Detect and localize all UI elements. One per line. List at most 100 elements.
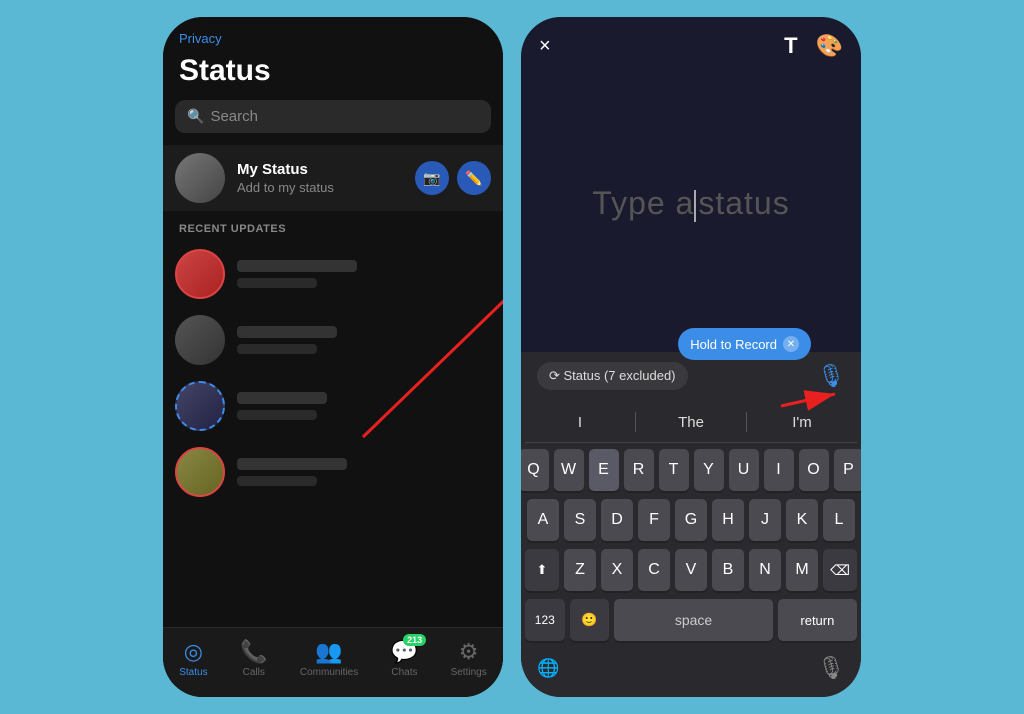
key-h[interactable]: H <box>712 499 744 541</box>
nav-label-status: Status <box>179 667 207 678</box>
key-f[interactable]: F <box>638 499 670 541</box>
phone-left: Privacy Status 🔍 Search My Status Add to… <box>163 17 503 697</box>
update-info <box>237 458 491 486</box>
nav-chats[interactable]: 💬 213 Chats <box>391 639 418 678</box>
phone-right: × T 🎨 Type astatus Hold to Record ✕ <box>521 17 861 697</box>
globe-icon[interactable]: 🌐 <box>537 658 559 679</box>
update-info <box>237 326 491 354</box>
nav-calls[interactable]: 📞 Calls <box>240 639 267 678</box>
right-top-bar: × T 🎨 <box>521 17 861 71</box>
update-name <box>237 326 337 338</box>
suggestion-i[interactable]: I <box>525 414 635 431</box>
word-suggestions: I The I'm <box>525 406 857 443</box>
key-c[interactable]: C <box>638 549 670 591</box>
list-item[interactable] <box>163 439 503 505</box>
key-m[interactable]: M <box>786 549 818 591</box>
search-bar[interactable]: 🔍 Search <box>175 100 491 133</box>
key-d[interactable]: D <box>601 499 633 541</box>
nav-settings[interactable]: ⚙ Settings <box>451 639 487 678</box>
update-info <box>237 392 491 420</box>
status-actions: 📷 ✏️ <box>415 161 491 195</box>
recent-updates-label: RECENT UPDATES <box>163 211 503 241</box>
mic-blue-icon[interactable]: 🎙 <box>817 363 845 389</box>
key-g[interactable]: G <box>675 499 707 541</box>
delete-key[interactable]: ⌫ <box>823 549 857 591</box>
type-status-area[interactable]: Type astatus <box>521 71 861 336</box>
my-status-name: My Status <box>237 161 403 178</box>
badge-container: 💬 213 <box>391 639 418 665</box>
update-time <box>237 476 317 486</box>
palette-button[interactable]: 🎨 <box>816 33 843 59</box>
keyboard-row-4: 123 🙂 space return <box>525 599 857 641</box>
key-j[interactable]: J <box>749 499 781 541</box>
avatar <box>175 153 225 203</box>
nav-status[interactable]: ◎ Status <box>179 639 207 678</box>
key-n[interactable]: N <box>749 549 781 591</box>
camera-button[interactable]: 📷 <box>415 161 449 195</box>
type-status-placeholder: Type astatus <box>592 185 789 222</box>
nav-label-calls: Calls <box>243 667 265 678</box>
status-title: Status <box>163 50 503 100</box>
avatar <box>175 315 225 365</box>
suggestion-im[interactable]: I'm <box>747 414 857 431</box>
nav-label-settings: Settings <box>451 667 487 678</box>
update-time <box>237 278 317 288</box>
list-item[interactable] <box>163 373 503 439</box>
key-t[interactable]: T <box>659 449 689 491</box>
key-o[interactable]: O <box>799 449 829 491</box>
communities-icon: 👥 <box>315 639 342 665</box>
key-q[interactable]: Q <box>521 449 549 491</box>
mic-bottom-icon[interactable]: 🎙 <box>817 655 845 681</box>
my-status-row[interactable]: My Status Add to my status 📷 ✏️ <box>163 145 503 211</box>
avatar <box>175 249 225 299</box>
bottom-keyboard-bar: 🌐 🎙 <box>525 649 857 687</box>
status-excluded[interactable]: ⟳ Status (7 excluded) <box>537 362 688 390</box>
key-r[interactable]: R <box>624 449 654 491</box>
suggestion-the[interactable]: The <box>636 414 746 431</box>
emoji-key[interactable]: 🙂 <box>570 599 610 641</box>
left-screen: Privacy Status 🔍 Search My Status Add to… <box>163 17 503 697</box>
close-button[interactable]: × <box>539 35 551 58</box>
nav-communities[interactable]: 👥 Communities <box>300 639 358 678</box>
key-a[interactable]: A <box>527 499 559 541</box>
status-icon: ◎ <box>184 639 203 665</box>
key-l[interactable]: L <box>823 499 855 541</box>
space-key[interactable]: space <box>614 599 773 641</box>
nav-label-chats: Chats <box>391 667 417 678</box>
update-name <box>237 392 327 404</box>
key-v[interactable]: V <box>675 549 707 591</box>
key-y[interactable]: Y <box>694 449 724 491</box>
update-time <box>237 344 317 354</box>
list-item[interactable] <box>163 307 503 373</box>
key-b[interactable]: B <box>712 549 744 591</box>
update-name <box>237 458 347 470</box>
chats-badge: 213 <box>403 634 426 646</box>
key-p[interactable]: P <box>834 449 862 491</box>
avatar <box>175 381 225 431</box>
key-x[interactable]: X <box>601 549 633 591</box>
return-key[interactable]: return <box>778 599 857 641</box>
edit-button[interactable]: ✏️ <box>457 161 491 195</box>
keyboard-row-2: A S D F G H J K L <box>525 499 857 541</box>
bottom-nav: ◎ Status 📞 Calls 👥 Communities 💬 213 Cha… <box>163 627 503 697</box>
key-z[interactable]: Z <box>564 549 596 591</box>
shift-key[interactable]: ⬆ <box>525 549 559 591</box>
keyboard-row-3: ⬆ Z X C V B N M ⌫ <box>525 549 857 591</box>
key-k[interactable]: K <box>786 499 818 541</box>
key-i[interactable]: I <box>764 449 794 491</box>
key-e[interactable]: E <box>589 449 619 491</box>
update-info <box>237 260 491 288</box>
key-s[interactable]: S <box>564 499 596 541</box>
nav-label-communities: Communities <box>300 667 358 678</box>
hold-to-record-label: Hold to Record <box>690 337 777 352</box>
privacy-link[interactable]: Privacy <box>163 17 503 50</box>
bubble-close-button[interactable]: ✕ <box>783 336 799 352</box>
search-icon: 🔍 <box>187 108 204 125</box>
hold-to-record-bubble[interactable]: Hold to Record ✕ <box>678 328 811 360</box>
list-item[interactable] <box>163 241 503 307</box>
avatar <box>175 447 225 497</box>
key-w[interactable]: W <box>554 449 584 491</box>
numbers-key[interactable]: 123 <box>525 599 565 641</box>
key-u[interactable]: U <box>729 449 759 491</box>
text-format-button[interactable]: T <box>784 33 797 59</box>
